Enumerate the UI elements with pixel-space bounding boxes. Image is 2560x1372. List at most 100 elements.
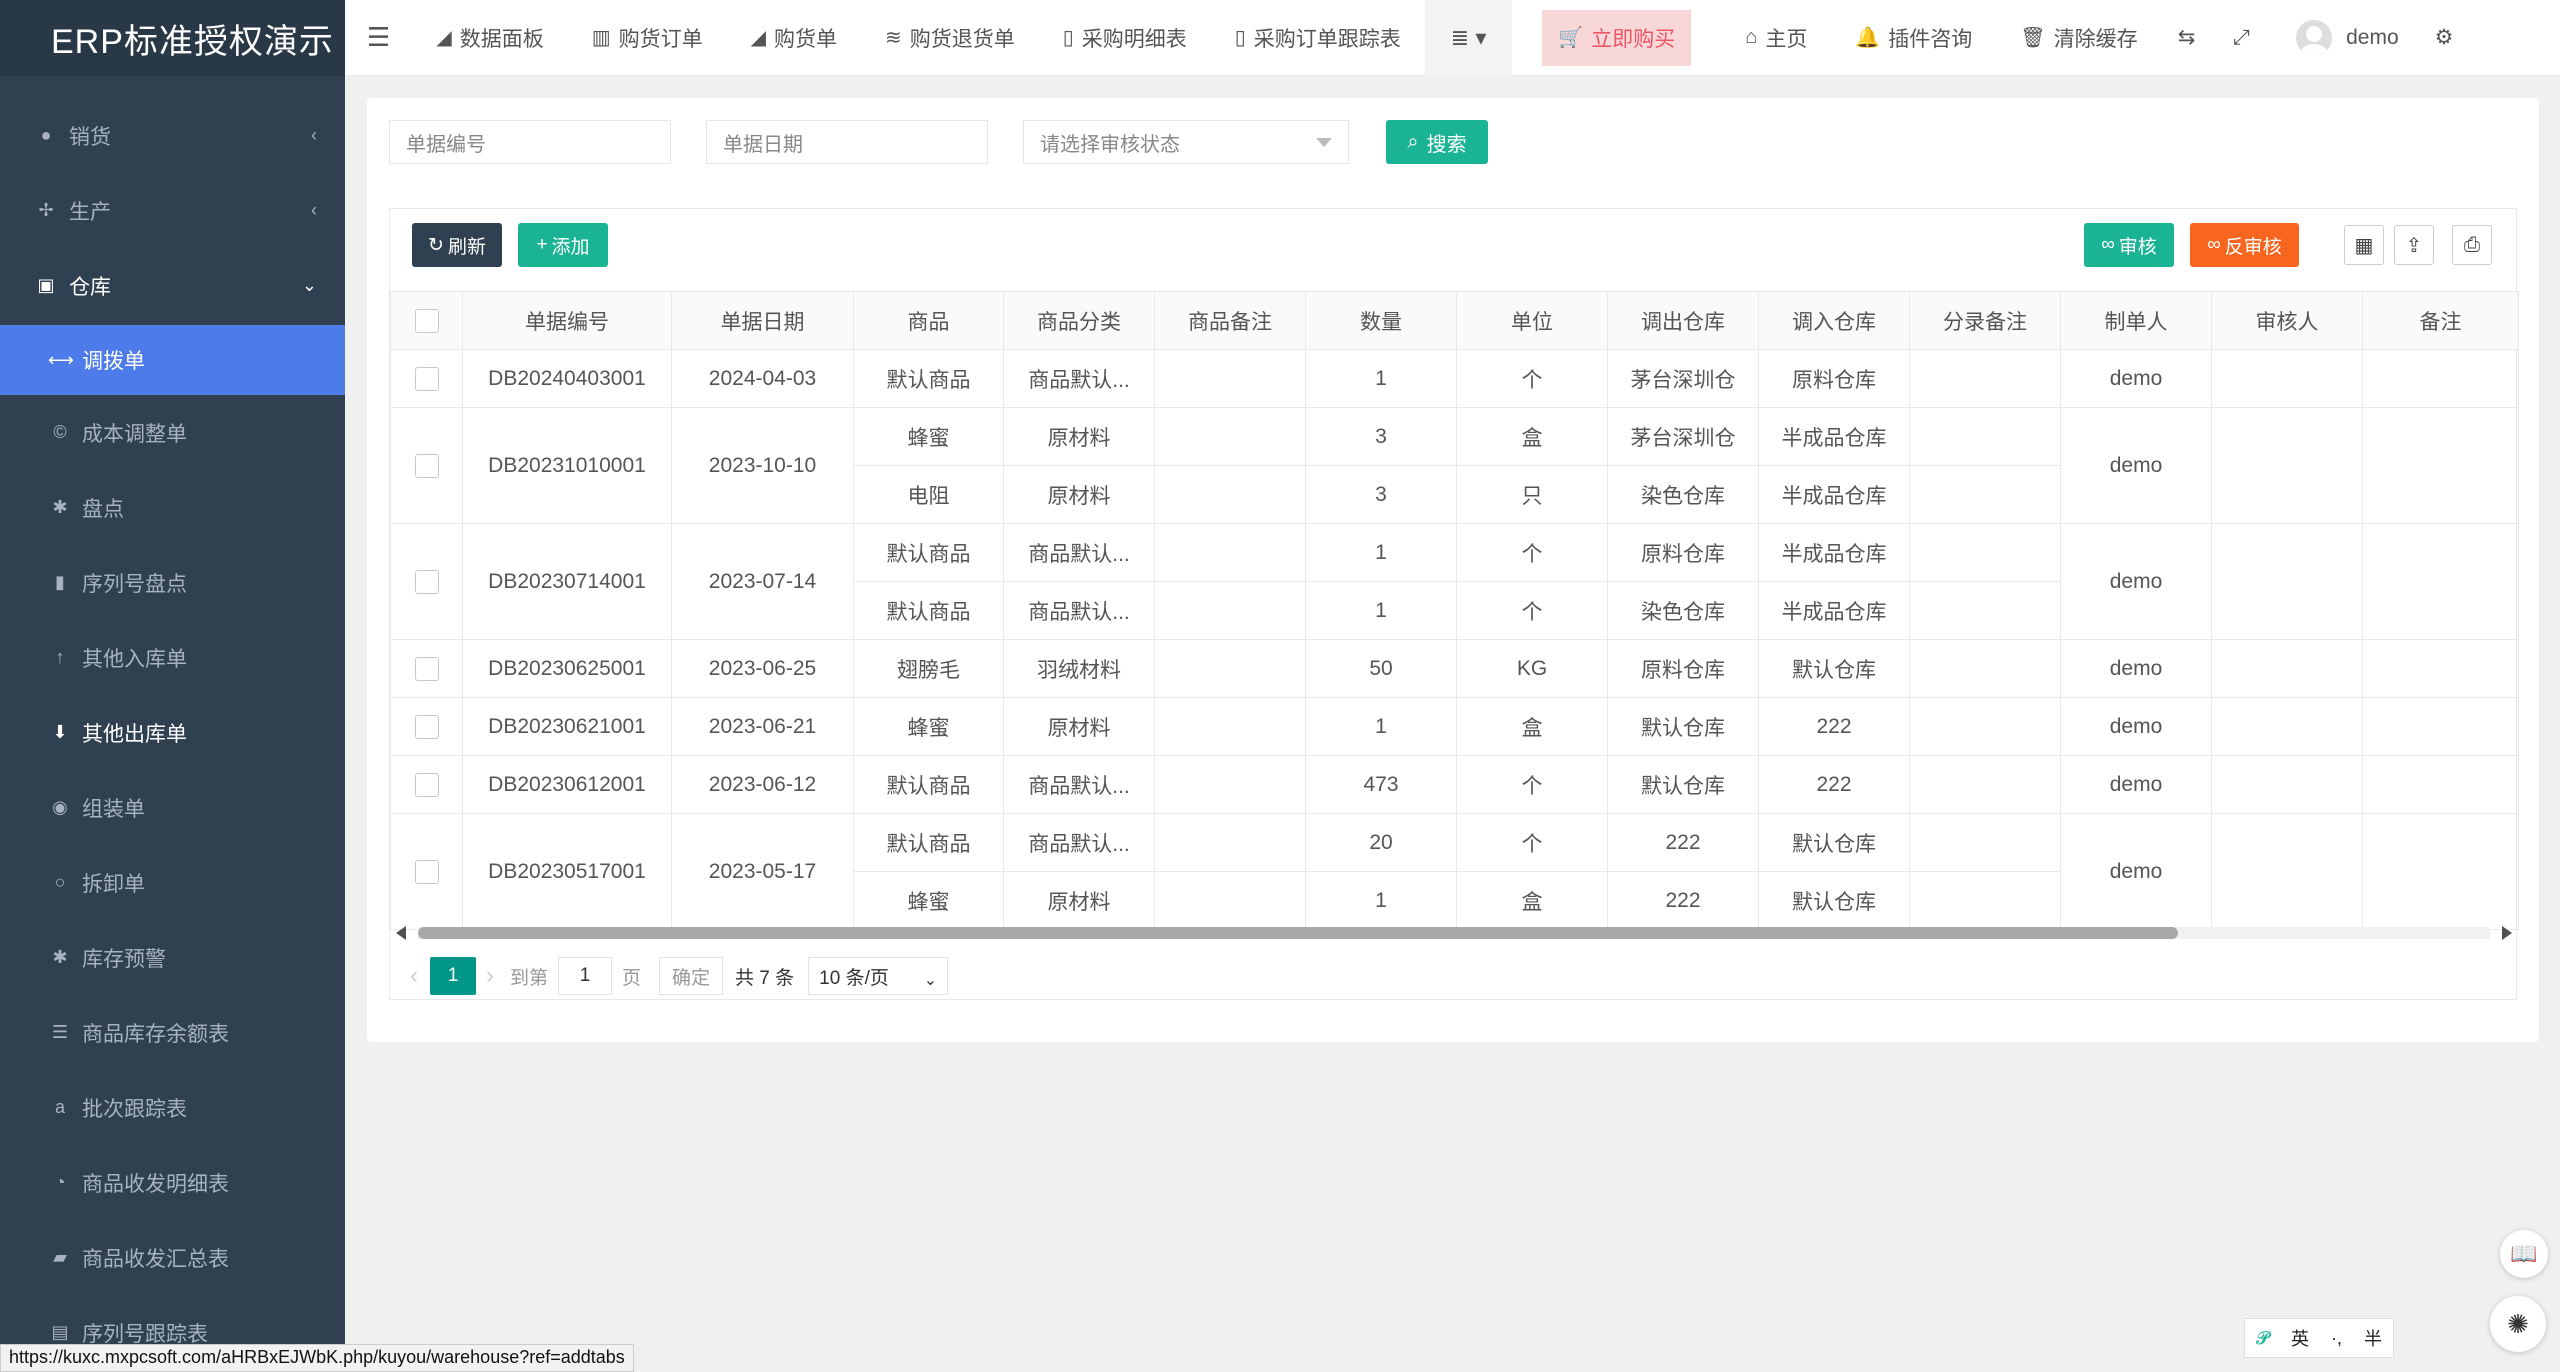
sidebar-subitem[interactable]: a 批次跟踪表 — [0, 1070, 345, 1145]
nav-tab[interactable]: ◢ 数据面板 — [412, 0, 567, 76]
nav-tab[interactable]: ▥ 购货订单 — [568, 0, 727, 76]
print-button[interactable]: ⎙ — [2452, 225, 2492, 265]
scroll-right-icon[interactable] — [2502, 926, 2512, 940]
nav-tab[interactable]: ◢ 购货单 — [727, 0, 861, 76]
table-row[interactable]: DB20231010001 2023-10-10 蜂蜜 原材料 3 盒茅台深圳仓 半成品仓库… — [390, 407, 2519, 524]
buy-now-button[interactable]: 🛒 立即购买 — [1542, 9, 1692, 66]
scroll-left-icon[interactable] — [396, 926, 406, 940]
table-row[interactable]: DB20230714001 2023-07-14 默认商品 商品默认... 1 个原料仓库… — [390, 523, 2519, 640]
row-select-cell — [390, 813, 463, 930]
row-checkbox[interactable] — [414, 714, 439, 739]
audit-button[interactable]: ∞ 审核 — [2084, 223, 2174, 267]
sidebar-subitem[interactable]: © 成本调整单 — [0, 395, 345, 470]
ime-toolbar[interactable]: 𝓟 英 ·, 半 — [2244, 1318, 2394, 1358]
plugin-consult-link[interactable]: 🔔 插件咨询 — [1831, 0, 1996, 76]
qty-cell: 1 — [1305, 523, 1457, 582]
unit-cell: 个 — [1456, 581, 1608, 640]
next-page-icon[interactable]: › — [486, 962, 494, 990]
nav-tab[interactable]: ▯ 采购明细表 — [1039, 0, 1211, 76]
sidebar-subitem[interactable]: ⟷ 调拨单 — [0, 325, 345, 395]
brand-logo[interactable]: ERP标准授权演示 — [0, 0, 345, 76]
bill-date-cell: 2023-10-10 — [671, 407, 854, 524]
columns-toggle-button[interactable]: ▦ — [2344, 225, 2384, 265]
auditor-cell — [2211, 349, 2363, 408]
amazon-icon: a — [54, 1097, 65, 1117]
table-row[interactable]: DB20230625001 2023-06-25 翅膀毛 羽绒材料 50 KG 原料仓库 默认… — [390, 639, 2519, 698]
column-header[interactable]: 分录备注 — [1909, 291, 2061, 350]
page-size-select[interactable]: 10 条/页 ⌄ — [808, 957, 949, 995]
sidebar-subitem[interactable]: ○ 拆卸单 — [0, 845, 345, 920]
select-all-checkbox[interactable] — [414, 308, 439, 333]
bill-date-cell: 2023-06-25 — [671, 639, 854, 698]
column-header[interactable]: 单位 — [1456, 291, 1608, 350]
remark-cell — [2362, 349, 2519, 408]
assistant-icon[interactable]: ✺ — [2490, 1296, 2546, 1352]
column-header[interactable]: 备注 — [2362, 291, 2519, 350]
fullscreen-icon[interactable]: ⤢ — [2211, 0, 2272, 76]
cart-icon: 🛒 — [1558, 27, 1584, 49]
goto-confirm-button[interactable]: 确定 — [659, 957, 724, 995]
scrollbar-thumb[interactable] — [418, 927, 2178, 939]
caret-down-icon — [1316, 138, 1332, 147]
nav-tabs: ◢ 数据面板 ▥ 购货订单 ◢ 购货单 ≋ 购货退货单 ▯ 采购明细表 ▯ 采购订单跟踪表 — [412, 0, 1424, 76]
column-header[interactable]: 单据日期 — [671, 291, 854, 350]
table-row[interactable]: DB20230612001 2023-06-12 默认商品 商品默认... 473 个默认… — [390, 755, 2519, 814]
book-icon[interactable]: 📖 — [2500, 1230, 2548, 1278]
sidebar-subitem[interactable]: ▰ 商品收发汇总表 — [0, 1220, 345, 1295]
page-button-current[interactable]: 1 — [430, 957, 476, 995]
bill-no-input[interactable]: 单据编号 — [389, 120, 671, 164]
column-header[interactable]: 调出仓库 — [1607, 291, 1759, 350]
row-checkbox[interactable] — [414, 366, 439, 391]
sidebar-subitem[interactable]: ◉ 组装单 — [0, 770, 345, 845]
column-header[interactable]: 数量 — [1305, 291, 1457, 350]
sidebar-subitem[interactable]: ✱ 盘点 — [0, 470, 345, 545]
bill-date-input[interactable]: 单据日期 — [706, 120, 988, 164]
column-header[interactable]: 审核人 — [2211, 291, 2363, 350]
tab-list-dropdown[interactable]: ≣ ▾ — [1424, 0, 1513, 76]
sidebar-subitem[interactable]: ▮ 序列号盘点 — [0, 545, 345, 620]
row-checkbox[interactable] — [414, 453, 439, 478]
row-checkbox[interactable] — [414, 569, 439, 594]
clear-cache-link[interactable]: 🗑 清除缓存 — [1996, 0, 2161, 76]
prev-page-icon[interactable]: ‹ — [410, 962, 418, 990]
menu-toggle-icon[interactable]: ☰ — [345, 0, 412, 76]
refresh-button[interactable]: ↻ 刷新 — [412, 223, 502, 267]
maker-cell: demo — [2060, 407, 2212, 524]
column-header[interactable]: 商品分类 — [1003, 291, 1155, 350]
add-button[interactable]: + 添加 — [518, 223, 608, 267]
export-button[interactable]: ⇪ — [2394, 225, 2434, 265]
unaudit-button[interactable]: ∞ 反审核 — [2190, 223, 2299, 267]
user-menu[interactable]: demo — [2272, 0, 2423, 76]
table-row[interactable]: DB20240403001 2024-04-03 默认商品 商品默认... 1 个茅台深圳… — [390, 349, 2519, 408]
row-checkbox[interactable] — [414, 859, 439, 884]
row-checkbox[interactable] — [414, 772, 439, 797]
sidebar-item-sales[interactable]: ● 销货 ‹ — [0, 98, 345, 173]
sidebar-item-production[interactable]: ✢ 生产 ‹ — [0, 173, 345, 248]
sidebar-subitem[interactable]: ☰ 商品库存余额表 — [0, 995, 345, 1070]
sidebar-subitem[interactable]: ⬇ 其他出库单 — [0, 695, 345, 770]
table-row[interactable]: DB20230517001 2023-05-17 默认商品 商品默认... 20 个 222… — [390, 813, 2519, 930]
column-header[interactable]: 商品备注 — [1154, 291, 1306, 350]
nav-tab[interactable]: ≋ 购货退货单 — [861, 0, 1039, 76]
search-button[interactable]: ⌕ 搜索 — [1386, 120, 1488, 164]
sidebar-subitem[interactable]: ◔ 商品收发明细表 — [0, 1145, 345, 1220]
nav-tab[interactable]: ▯ 采购订单跟踪表 — [1211, 0, 1425, 76]
language-icon[interactable]: ⇆ — [2162, 0, 2212, 76]
maker-cell: demo — [2060, 755, 2212, 814]
column-header[interactable]: 调入仓库 — [1758, 291, 1910, 350]
sidebar-subitem[interactable]: ✱ 库存预警 — [0, 920, 345, 995]
home-link[interactable]: ⌂ 主页 — [1721, 0, 1831, 76]
table-row[interactable]: DB20230621001 2023-06-21 蜂蜜 原材料 1 盒默认仓库 222 dem… — [390, 697, 2519, 756]
sidebar-subitem[interactable]: ↑ 其他入库单 — [0, 620, 345, 695]
goto-page-input[interactable]: 1 — [558, 957, 613, 995]
audit-status-select[interactable]: 请选择审核状态 — [1023, 120, 1349, 164]
sidebar-item-warehouse[interactable]: ▣ 仓库 ⌄ — [0, 248, 345, 323]
row-checkbox[interactable] — [414, 656, 439, 681]
column-header[interactable]: 单据编号 — [462, 291, 672, 350]
horizontal-scrollbar[interactable] — [390, 923, 2518, 943]
column-header[interactable]: 商品 — [853, 291, 1004, 350]
settings-gear-icon[interactable]: ⚙ — [2423, 0, 2466, 76]
column-header[interactable]: 制单人 — [2060, 291, 2212, 350]
top-navbar: ☰ ◢ 数据面板 ▥ 购货订单 ◢ 购货单 ≋ 购货退货单 ▯ 采购明细表 ▯ 采购订单跟踪表 ≣ ▾… — [345, 0, 2560, 76]
out-warehouse-cell: 茅台深圳仓 — [1607, 407, 1759, 466]
